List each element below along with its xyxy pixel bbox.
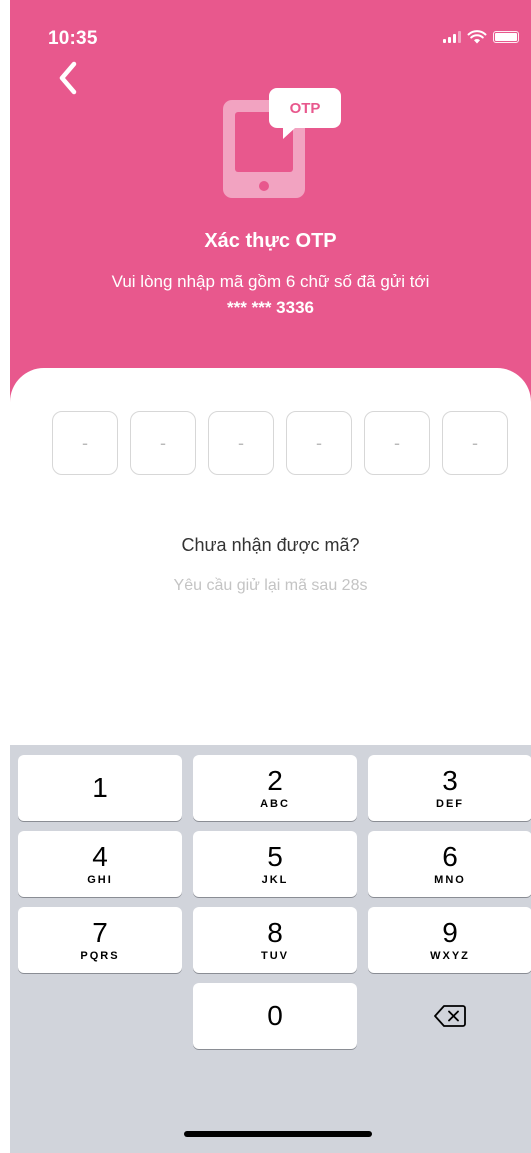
delete-key[interactable] (368, 983, 531, 1049)
key-digit: 0 (267, 1000, 283, 1031)
delete-icon (434, 1005, 466, 1027)
status-time: 10:35 (48, 28, 98, 49)
otp-badge-text: OTP (290, 100, 321, 117)
otp-digit-4[interactable]: - (286, 411, 352, 475)
key-letters: DEF (436, 797, 464, 810)
key-letters: MNO (434, 873, 466, 886)
otp-screen: 10:35 OTP Xác thực OTP Vui lòng nhập mã … (10, 0, 531, 1153)
key-1[interactable]: 1 (18, 755, 182, 821)
battery-icon (493, 31, 519, 43)
key-3[interactable]: 3 DEF (368, 755, 531, 821)
otp-digit-5[interactable]: - (364, 411, 430, 475)
key-5[interactable]: 5 JKL (193, 831, 357, 897)
key-digit: 8 (267, 916, 283, 948)
key-9[interactable]: 9 WXYZ (368, 907, 531, 973)
key-0[interactable]: 0 (193, 983, 357, 1049)
status-icons (443, 30, 519, 44)
back-chevron-icon (59, 61, 77, 95)
key-letters: JKL (261, 873, 289, 886)
wifi-icon (467, 30, 487, 44)
key-digit: 6 (442, 840, 458, 872)
key-6[interactable]: 6 MNO (368, 831, 531, 897)
key-4[interactable]: 4 GHI (18, 831, 182, 897)
otp-digit-6[interactable]: - (442, 411, 508, 475)
key-letters: GHI (87, 873, 113, 886)
resend-countdown: Yêu cầu giử lại mã sau 28s (173, 577, 368, 594)
not-received-label: Chưa nhận được mã? (181, 535, 360, 555)
key-digit: 4 (92, 840, 108, 872)
key-digit: 2 (267, 764, 283, 796)
phone-otp-icon: OTP (223, 88, 341, 198)
otp-instruction: Vui lòng nhập mã gồm 6 chữ số đã gửi tới (111, 272, 430, 291)
key-letters: TUV (261, 949, 289, 962)
key-2[interactable]: 2 ABC (193, 755, 357, 821)
otp-digit-2[interactable]: - (130, 411, 196, 475)
masked-phone-number: *** *** 3336 (227, 298, 314, 317)
otp-digit-3[interactable]: - (208, 411, 274, 475)
signal-icon (443, 31, 461, 43)
key-digit: 7 (92, 916, 108, 948)
key-letters: ABC (260, 797, 290, 810)
key-8[interactable]: 8 TUV (193, 907, 357, 973)
key-digit: 5 (267, 840, 283, 872)
key-digit: 1 (92, 772, 108, 803)
back-button[interactable] (50, 58, 86, 98)
otp-input-group: - - - - - - (52, 411, 508, 475)
key-letters: PQRS (80, 949, 120, 962)
otp-digit-1[interactable]: - (52, 411, 118, 475)
key-7[interactable]: 7 PQRS (18, 907, 182, 973)
home-indicator (184, 1131, 372, 1137)
numeric-keyboard: 1 2 ABC 3 DEF 4 GHI 5 JKL 6 MNO 7 PQRS 8… (10, 745, 531, 1153)
key-digit: 9 (442, 916, 458, 948)
key-digit: 3 (442, 764, 458, 796)
page-title: Xác thực OTP (204, 230, 337, 252)
key-letters: WXYZ (430, 949, 470, 962)
header (10, 0, 531, 430)
